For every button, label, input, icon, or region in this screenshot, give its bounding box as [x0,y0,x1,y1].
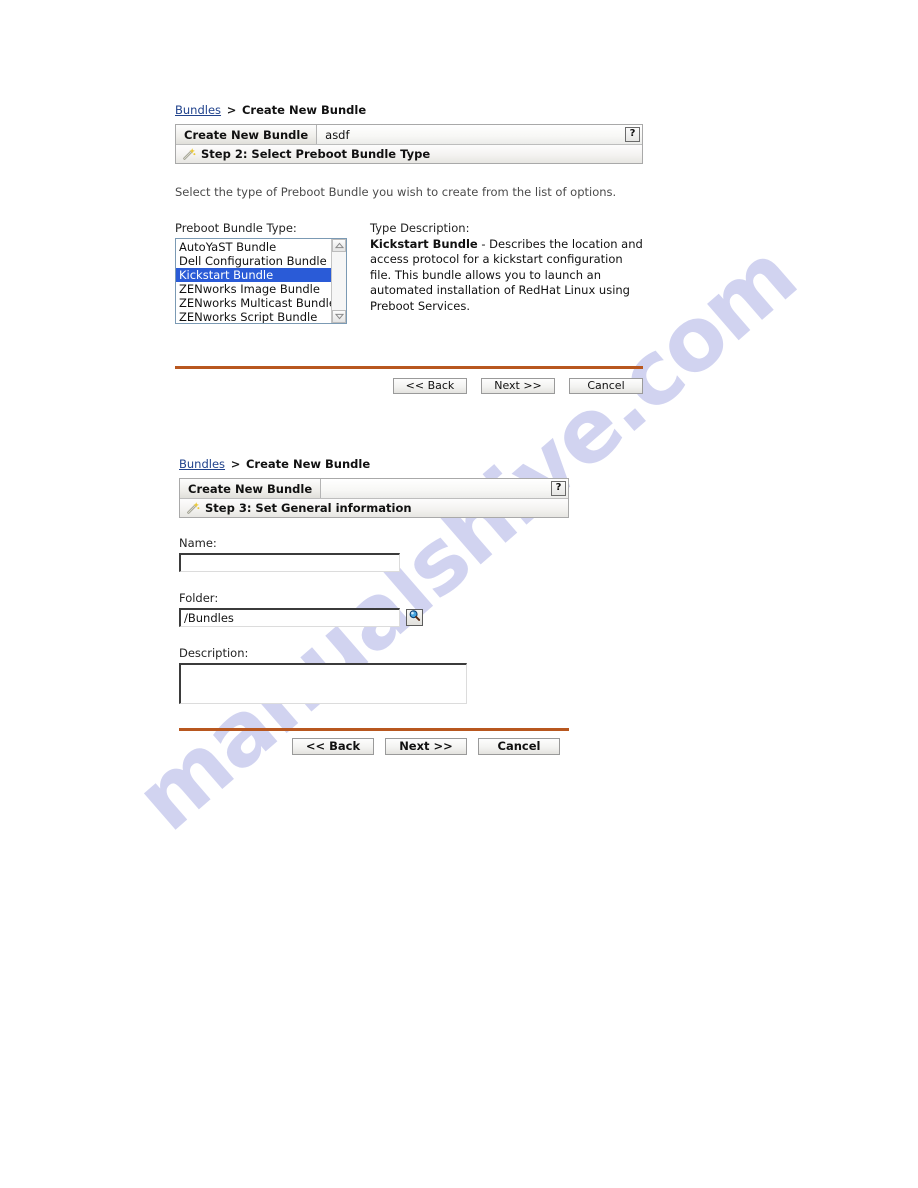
next-button[interactable]: Next >> [481,378,555,394]
step-title: Step 3: Set General information [205,501,412,515]
listbox-option[interactable]: ZENworks Script Bundle [176,310,331,323]
breadcrumb-separator: > [230,457,241,471]
description-textarea[interactable] [179,663,467,704]
wizard-button-bar: << Back Next >> Cancel [179,738,569,755]
cancel-button[interactable]: Cancel [478,738,560,755]
type-selection-area: Preboot Bundle Type: AutoYaST Bundle Dell… [175,221,643,324]
panel-tab-create-new-bundle[interactable]: Create New Bundle [180,479,322,498]
magic-wand-icon [182,147,196,161]
step-title: Step 2: Select Preboot Bundle Type [201,147,431,161]
folder-field-group: Folder: [179,591,569,627]
folder-label: Folder: [179,591,219,605]
help-button[interactable]: ? [551,481,566,496]
listbox-option[interactable]: ZENworks Multicast Bundle [176,296,331,310]
name-input[interactable] [179,553,400,572]
bundle-type-listbox[interactable]: AutoYaST Bundle Dell Configuration Bundle… [175,238,347,324]
description-label: Description: [179,646,249,660]
wizard-panel: Create New Bundle asdf ? Step 2: Select … [175,124,643,164]
chevron-up-icon[interactable] [332,239,346,252]
bundle-type-column: Preboot Bundle Type: AutoYaST Bundle Dell… [175,221,347,324]
folder-browse-button[interactable] [406,609,423,626]
section-divider [179,728,569,731]
panel-bundle-name-value: asdf [317,125,642,144]
panel-titlebar: Create New Bundle ? [180,479,568,499]
panel-tab-create-new-bundle[interactable]: Create New Bundle [176,125,318,144]
listbox-option[interactable]: ZENworks Image Bundle [176,282,331,296]
bundle-type-label: Preboot Bundle Type: [175,221,297,235]
wizard-button-bar: << Back Next >> Cancel [175,378,643,394]
wizard-screen-step-2: Bundles > Create New Bundle Create New B… [175,103,643,394]
name-label: Name: [179,536,217,550]
type-description-column: Type Description: Kickstart Bundle - Des… [370,221,643,324]
breadcrumb-separator: > [226,103,237,117]
breadcrumb-link-bundles[interactable]: Bundles [179,457,225,471]
cancel-button[interactable]: Cancel [569,378,643,394]
breadcrumb: Bundles > Create New Bundle [175,103,643,117]
type-description-body: Kickstart Bundle - Describes the locatio… [370,237,643,314]
breadcrumb-current: Create New Bundle [241,103,367,117]
section-divider [175,366,643,369]
breadcrumb: Bundles > Create New Bundle [179,457,569,471]
listbox-scrollbar[interactable] [331,239,346,323]
listbox-option[interactable]: Kickstart Bundle [176,268,331,282]
next-button[interactable]: Next >> [385,738,467,755]
panel-bundle-name-value [321,479,568,498]
back-button[interactable]: << Back [292,738,374,755]
wizard-panel: Create New Bundle ? Step 3: Set General … [179,478,569,518]
listbox-option[interactable]: Dell Configuration Bundle [176,254,331,268]
breadcrumb-current: Create New Bundle [245,457,371,471]
scrollbar-track[interactable] [332,252,346,310]
panel-titlebar: Create New Bundle asdf ? [176,125,642,145]
magic-wand-icon [186,501,200,515]
listbox-option[interactable]: AutoYaST Bundle [176,240,331,254]
panel-step-row: Step 3: Set General information [180,499,568,517]
type-description-label: Type Description: [370,221,470,235]
folder-input-row [179,608,569,627]
type-description-term: Kickstart Bundle [370,237,478,251]
description-field-group: Description: [179,646,569,709]
magnifier-icon [408,609,421,627]
chevron-down-icon[interactable] [332,310,346,323]
wizard-screen-step-3: Bundles > Create New Bundle Create New B… [179,457,569,755]
name-field-group: Name: [179,536,569,572]
back-button[interactable]: << Back [393,378,467,394]
general-information-form: Name: Folder: Description [179,536,569,709]
instruction-text: Select the type of Preboot Bundle you wi… [175,185,617,199]
help-button[interactable]: ? [625,127,640,142]
bundle-type-listbox-items[interactable]: AutoYaST Bundle Dell Configuration Bundle… [176,239,331,323]
folder-input[interactable] [179,608,400,627]
panel-step-row: Step 2: Select Preboot Bundle Type [176,145,642,163]
breadcrumb-link-bundles[interactable]: Bundles [175,103,221,117]
